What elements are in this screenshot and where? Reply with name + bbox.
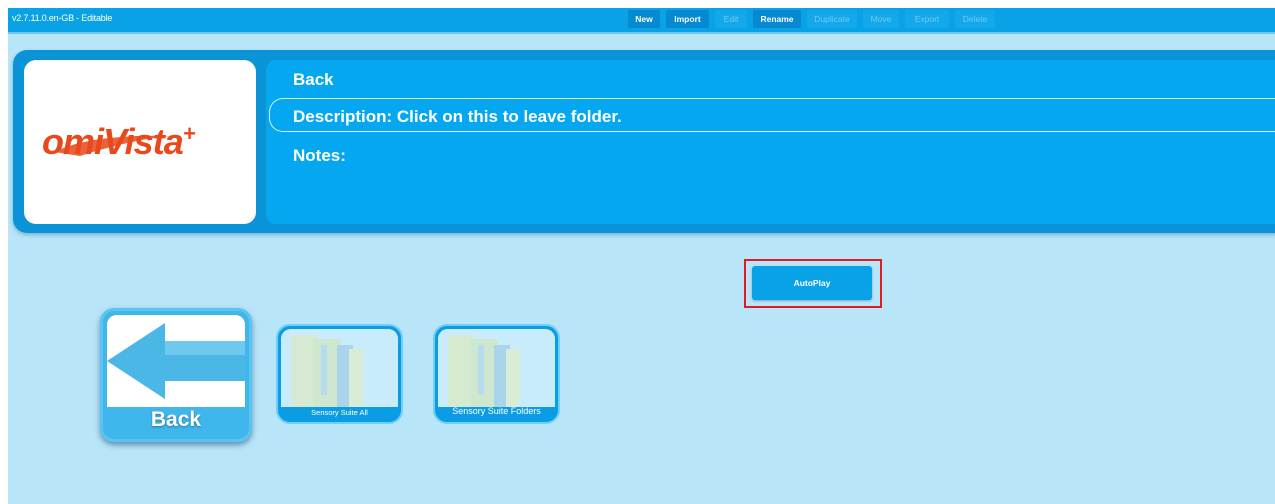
tile-label: Sensory Suite Folders (452, 406, 541, 416)
edit-button[interactable]: Edit (715, 10, 747, 28)
logo-box: omiVista+ (24, 60, 256, 224)
tile-back-image (107, 315, 245, 407)
new-button[interactable]: New (628, 10, 660, 28)
item-title: Back (293, 70, 334, 89)
description-text: Description: Click on this to leave fold… (293, 107, 622, 126)
tile-folder-image (281, 329, 398, 407)
info-area: Back Description: Click on this to leave… (266, 60, 1275, 224)
app-window: v2.7.11.0.en-GB - Editable New Import Ed… (8, 8, 1275, 504)
autoplay-button[interactable]: AutoPlay (752, 266, 872, 300)
toolbar: v2.7.11.0.en-GB - Editable New Import Ed… (8, 8, 1275, 34)
rename-button[interactable]: Rename (753, 10, 801, 28)
import-button[interactable]: Import (666, 10, 709, 28)
export-button[interactable]: Export (905, 10, 949, 28)
tile-sensory-suite-folders[interactable]: Sensory Suite Folders (433, 324, 560, 424)
delete-button[interactable]: Delete (955, 10, 995, 28)
version-label: v2.7.11.0.en-GB - Editable (12, 13, 113, 23)
folder-icon (438, 329, 555, 407)
tile-back[interactable]: Back (100, 308, 252, 442)
folder-icon (281, 329, 398, 407)
move-button[interactable]: Move (863, 10, 899, 28)
tile-folder-image (438, 329, 555, 407)
tile-label: Sensory Suite All (311, 408, 368, 417)
logo: omiVista+ (42, 121, 196, 162)
tile-sensory-suite-all[interactable]: Sensory Suite All (276, 324, 403, 424)
duplicate-button[interactable]: Duplicate (807, 10, 857, 28)
tile-back-label: Back (150, 408, 202, 431)
details-panel: omiVista+ Back Description: Click on thi… (13, 50, 1275, 233)
back-arrow-icon (107, 315, 245, 407)
notes-label: Notes: (293, 146, 346, 165)
